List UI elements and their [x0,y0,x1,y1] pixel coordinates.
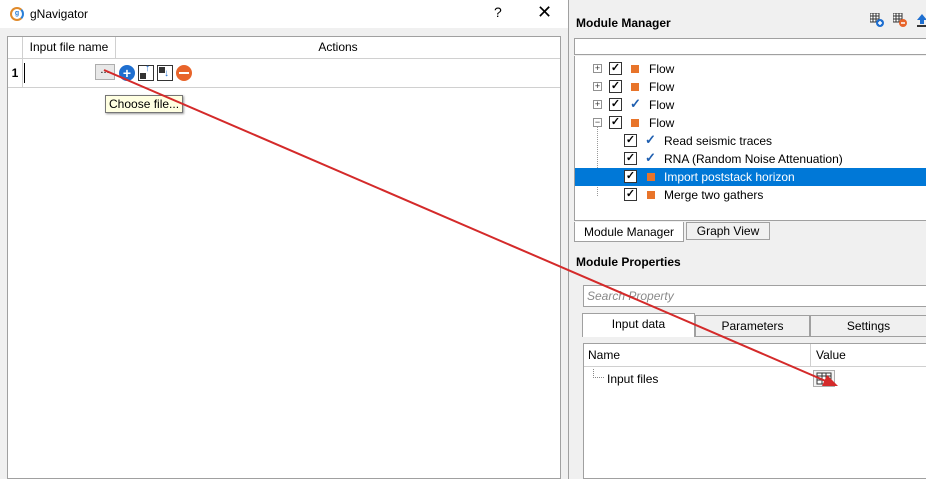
grid-icon [816,372,832,385]
pending-status-icon [631,83,639,91]
add-module-icon[interactable] [870,13,884,27]
flow-tree[interactable]: + ✓ Flow + ✓ Flow + ✓ ✓ Flow − ✓ Flow ✓ … [574,56,926,221]
ok-status-icon: ✓ [645,150,656,165]
table-row[interactable]: 1 ... + ↑ ↓ [8,59,560,88]
tree-item-label: RNA (Random Noise Attenuation) [664,152,843,166]
move-down-icon[interactable]: ↓ [157,65,173,81]
checkbox-checked[interactable]: ✓ [609,80,622,93]
tree-item-label: Flow [649,80,675,94]
expand-icon[interactable]: + [593,100,602,109]
tab-settings[interactable]: Settings [810,315,926,337]
column-header-input-file-name[interactable]: Input file name [23,37,116,58]
choose-file-button[interactable]: ... [95,64,115,80]
pending-status-icon [631,119,639,127]
help-button[interactable]: ? [494,4,502,20]
header-corner [8,37,23,58]
tree-item-label: Flow [649,98,675,112]
checkbox-checked[interactable]: ✓ [624,152,637,165]
move-up-icon[interactable]: ↑ [138,63,154,81]
tab-parameters[interactable]: Parameters [695,315,810,337]
checkbox-checked[interactable]: ✓ [624,134,637,147]
upload-icon[interactable] [915,13,926,27]
collapse-icon[interactable]: − [593,118,602,127]
tab-module-manager[interactable]: Module Manager [574,222,684,242]
pending-status-icon [647,173,655,181]
tree-item-module-selected[interactable]: ✓ Import poststack horizon [575,168,926,186]
checkbox-checked[interactable]: ✓ [609,62,622,75]
tree-item-flow[interactable]: + ✓ Flow [575,60,926,78]
expand-icon[interactable]: + [593,64,602,73]
column-header-name[interactable]: Name [588,348,620,362]
remove-row-icon[interactable] [176,65,192,81]
remove-module-icon[interactable] [893,13,907,27]
add-row-icon[interactable]: + [119,65,135,81]
tree-connector [593,369,604,378]
table-editor-button[interactable] [813,370,835,387]
tree-item-module[interactable]: ✓ Merge two gathers [575,186,926,204]
tree-item-label: Read seismic traces [664,134,773,148]
tab-input-data[interactable]: Input data [582,313,695,337]
choose-file-tooltip: Choose file... [105,95,184,113]
checkbox-checked[interactable]: ✓ [609,98,622,111]
tree-item-module[interactable]: ✓ ✓ Read seismic traces [575,132,926,150]
property-name: Input files [607,372,659,386]
tree-item-label: Merge two gathers [664,188,764,202]
checkbox-checked[interactable]: ✓ [624,170,637,183]
right-panel: Module Manager + ✓ Flow + ✓ Flow + ✓ ✓ F… [569,0,926,479]
tree-item-label: Flow [649,62,675,76]
expand-icon[interactable]: + [593,82,602,91]
tab-graph-view[interactable]: Graph View [686,222,770,240]
tree-item-flow[interactable]: − ✓ Flow [575,114,926,132]
file-name-input[interactable] [24,63,95,83]
dialog-title: gNavigator [30,7,89,21]
input-files-table: Input file name Actions 1 ... + ↑ ↓ [7,36,561,479]
dialog-titlebar: g gNavigator ? ✕ [0,0,568,28]
properties-table: Name Value Input files [583,343,926,479]
close-icon[interactable]: ✕ [537,2,552,23]
properties-header: Name Value [584,344,926,367]
gnavigator-dialog: g gNavigator ? ✕ Input file name Actions… [0,0,569,479]
row-number: 1 [8,59,23,87]
checkbox-checked[interactable]: ✓ [609,116,622,129]
module-manager-toolbar-strip [574,38,926,55]
app-logo-icon: g [10,7,24,21]
module-properties-title: Module Properties [576,255,681,269]
table-header: Input file name Actions [8,37,560,59]
property-row[interactable]: Input files [584,368,926,388]
search-property-input[interactable] [583,285,926,307]
tree-item-module[interactable]: ✓ ✓ RNA (Random Noise Attenuation) [575,150,926,168]
module-manager-title: Module Manager [576,16,671,30]
tree-item-flow[interactable]: + ✓ Flow [575,78,926,96]
ok-status-icon: ✓ [645,132,656,147]
column-divider[interactable] [810,344,811,366]
tree-item-label: Flow [649,116,675,130]
column-header-actions[interactable]: Actions [116,37,560,58]
ok-status-icon: ✓ [630,96,641,111]
pending-status-icon [631,65,639,73]
checkbox-checked[interactable]: ✓ [624,188,637,201]
column-header-value[interactable]: Value [816,348,846,362]
pending-status-icon [647,191,655,199]
tree-item-flow[interactable]: + ✓ ✓ Flow [575,96,926,114]
tree-item-label: Import poststack horizon [664,170,795,184]
